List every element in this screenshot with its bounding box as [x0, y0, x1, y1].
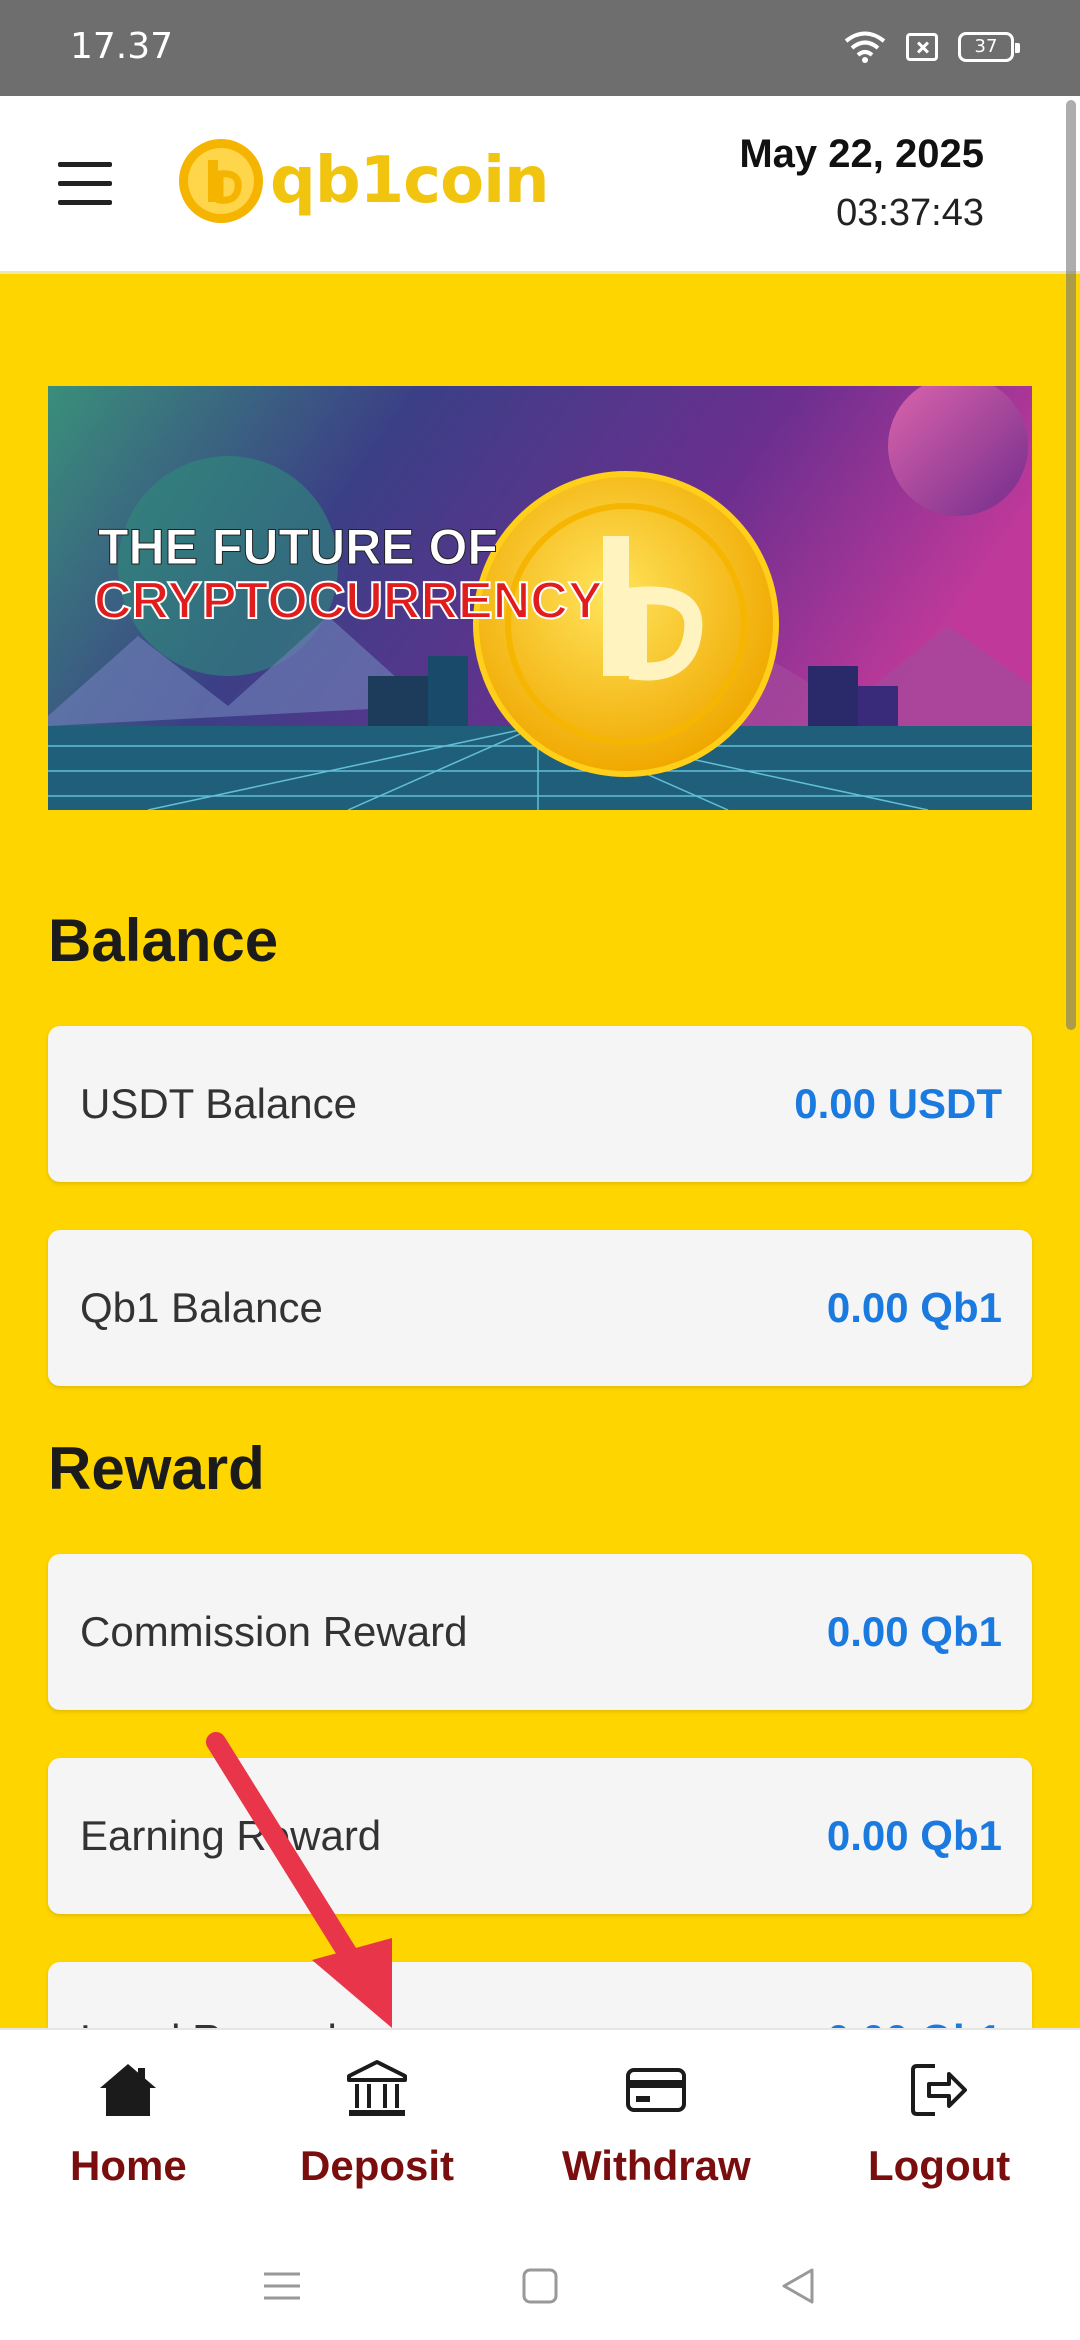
home-icon — [100, 2064, 157, 2116]
home-button-icon[interactable] — [520, 2266, 560, 2306]
usdt-balance-card[interactable]: USDT Balance 0.00 USDT — [48, 1026, 1032, 1182]
promo-banner: THE FUTURE OF CRYPTOCURRENCY — [48, 386, 1032, 810]
nav-label: Logout — [868, 2142, 1011, 2189]
scrollbar[interactable] — [1066, 100, 1076, 1030]
app-logo[interactable]: qb1coin — [178, 138, 550, 224]
card-value: 0.00 USDT — [794, 1080, 1002, 1127]
nav-label: Deposit — [300, 2142, 455, 2189]
qb1-balance-card[interactable]: Qb1 Balance 0.00 Qb1 — [48, 1230, 1032, 1386]
logout-icon — [911, 2064, 968, 2116]
menu-icon[interactable] — [58, 162, 112, 206]
battery-icon: 37 — [958, 32, 1020, 62]
nav-home[interactable]: Home — [70, 2058, 187, 2190]
bottom-navigation: Home Deposit Withdraw Logout — [0, 2028, 1080, 2228]
card-label: Qb1 Balance — [80, 1284, 323, 1331]
card-value: 0.00 Qb1 — [826, 1608, 1002, 1655]
status-time: 17.37 — [70, 26, 174, 67]
card-value: 0.00 Qb1 — [826, 1284, 1002, 1331]
balance-title: Balance — [48, 907, 279, 974]
nav-label: Home — [70, 2142, 187, 2189]
back-icon[interactable] — [778, 2266, 818, 2306]
system-navigation-bar — [0, 2228, 1080, 2340]
wifi-icon — [844, 31, 886, 63]
reward-title: Reward — [48, 1435, 265, 1502]
header-date: May 22, 2025 — [739, 132, 984, 176]
earning-reward-card[interactable]: Earning Reward 0.00 Qb1 — [48, 1758, 1032, 1914]
status-bar: 17.37 37 — [0, 0, 1080, 96]
nav-label: Withdraw — [562, 2142, 751, 2189]
card-label: Commission Reward — [80, 1608, 468, 1655]
card-label: USDT Balance — [80, 1080, 358, 1127]
recent-apps-icon[interactable] — [262, 2266, 302, 2306]
banner-line2: CRYPTOCURRENCY — [94, 572, 603, 630]
app-header: qb1coin May 22, 2025 03:37:43 — [0, 96, 1080, 274]
nav-deposit[interactable]: Deposit — [300, 2058, 454, 2190]
commission-reward-card[interactable]: Commission Reward 0.00 Qb1 — [48, 1554, 1032, 1710]
card-value: 0.00 Qb1 — [826, 1812, 1002, 1859]
card-label: Earning Reward — [80, 1812, 382, 1859]
bank-icon — [347, 2060, 407, 2116]
card-icon — [626, 2068, 687, 2112]
header-time: 03:37:43 — [836, 192, 984, 234]
nav-withdraw[interactable]: Withdraw — [562, 2058, 751, 2190]
no-sim-icon — [906, 33, 938, 61]
status-icons: 37 — [844, 30, 1020, 64]
nav-logout[interactable]: Logout — [868, 2058, 1010, 2190]
banner-line1: THE FUTURE OF — [98, 519, 498, 575]
coin-logo-icon — [179, 139, 263, 223]
app-name: qb1coin — [270, 144, 550, 218]
